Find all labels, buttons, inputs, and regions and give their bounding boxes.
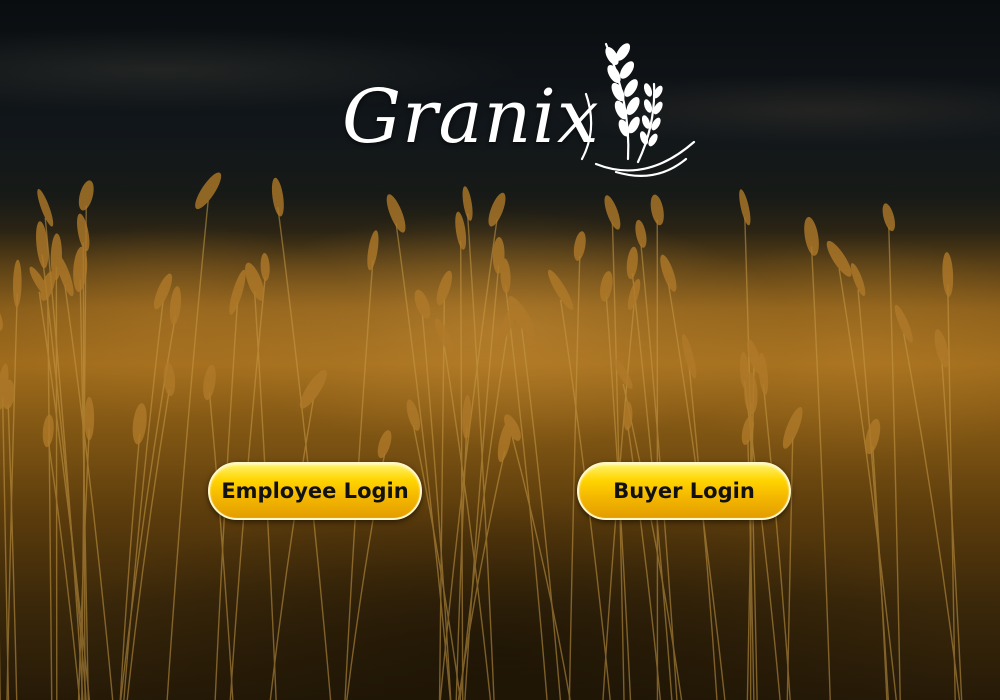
wheat-stalk [123,301,164,700]
wheat-ear [377,430,392,459]
wheat-ear [626,246,638,280]
wheat-ear [804,216,819,256]
wheat-ear [635,219,647,248]
wheat-ear [826,240,852,277]
wheat-ear [13,259,22,308]
wheat-ear [573,231,586,261]
wheat-ear [367,230,379,271]
wheat-stalk [568,255,581,700]
wheat-stalk [810,246,831,700]
wheat-ear [739,351,749,389]
wheat-ear [203,364,216,401]
brand-logo: Granix [338,34,708,204]
wheat-stalk [166,200,209,700]
wheat-ear [78,180,94,211]
wheat-ear [741,415,754,445]
wheat-ear [77,213,90,252]
brand-name: Granix [342,74,600,160]
employee-login-button[interactable]: Employee Login [208,462,422,520]
wheat-stalk [64,285,114,700]
wheat-ear [132,403,147,445]
wheat-ear [462,394,472,439]
wheat-stalk [888,227,901,700]
wheat-ear [42,414,54,448]
wheat-ear [299,370,327,409]
wheat-stalk [838,268,897,700]
wheat-ear [455,211,467,250]
wheat-ear [547,269,574,311]
wheat-stalk [903,333,961,700]
wheat-ear [414,289,431,319]
wheat-ear [163,362,176,397]
wheat-ear [36,221,49,269]
wheat-ear [600,271,613,302]
wheat-stalk [511,437,571,700]
wheat-stalk [466,213,495,700]
wheat-ear [894,304,913,343]
wheat-ear [260,252,270,281]
wheat-ear [497,304,517,345]
wheat-stalk [520,326,562,700]
wheat-stalk [1,396,10,700]
wheat-stalk [688,366,718,700]
buyer-login-button[interactable]: Buyer Login [577,462,791,520]
wheat-ear [942,252,954,297]
wheat-stalk [438,298,446,700]
wheat-ear [0,302,3,331]
wheat-ear [84,396,95,441]
wheat-ear [169,286,182,325]
wheat-icon [580,42,696,177]
wheat-ear [271,177,284,217]
wheat-ear [882,203,896,232]
login-screen: Granix Employee Login Buyer Login [0,0,1000,700]
wheat-stalk [622,383,683,700]
wheat-stalk [269,399,315,700]
